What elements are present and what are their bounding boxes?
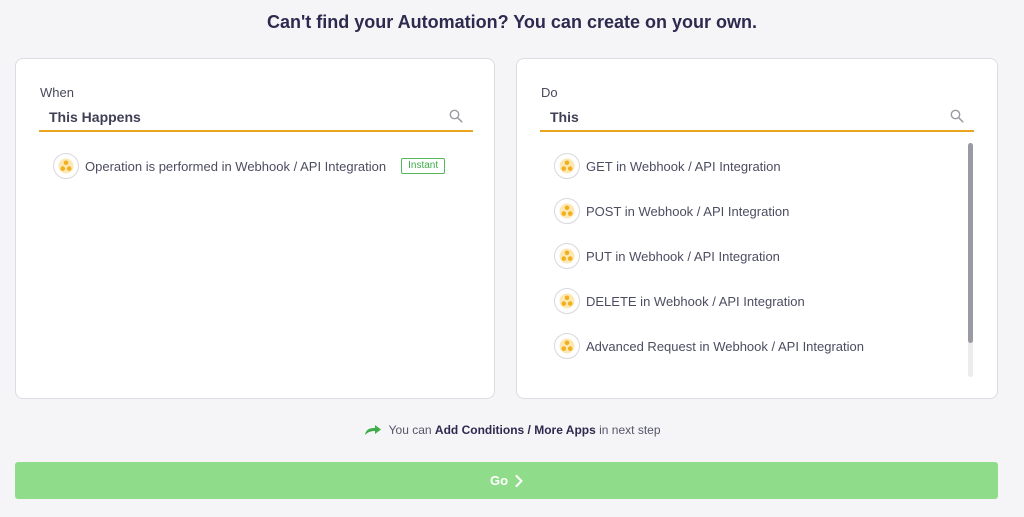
hint-prefix: You can bbox=[388, 423, 432, 437]
webhook-icon bbox=[554, 243, 580, 269]
action-item-put[interactable]: PUT in Webhook / API Integration bbox=[554, 242, 780, 270]
when-search bbox=[39, 103, 473, 132]
when-label: When bbox=[40, 85, 74, 100]
instant-badge: Instant bbox=[401, 158, 446, 174]
action-item-get[interactable]: GET in Webhook / API Integration bbox=[554, 152, 781, 180]
do-search bbox=[540, 103, 974, 132]
trigger-item-label: Operation is performed in Webhook / API … bbox=[85, 158, 387, 174]
scrollbar-thumb[interactable] bbox=[968, 143, 973, 343]
hint-emphasis: Add Conditions / More Apps bbox=[434, 423, 596, 437]
trigger-item[interactable]: Operation is performed in Webhook / API … bbox=[53, 152, 446, 180]
do-panel: Do GET in Webhook / API Integration POST… bbox=[516, 58, 998, 399]
action-item-post[interactable]: POST in Webhook / API Integration bbox=[554, 197, 789, 225]
action-item-label: GET in Webhook / API Integration bbox=[586, 158, 781, 174]
action-item-label: POST in Webhook / API Integration bbox=[586, 203, 790, 219]
action-item-label: DELETE in Webhook / API Integration bbox=[586, 293, 805, 309]
hint-suffix: in next step bbox=[599, 423, 661, 437]
when-search-input[interactable] bbox=[39, 103, 449, 130]
forward-arrow-icon bbox=[364, 425, 381, 435]
go-button[interactable]: Go bbox=[15, 462, 998, 499]
page-title: Can't find your Automation? You can crea… bbox=[267, 12, 757, 32]
action-item-delete[interactable]: DELETE in Webhook / API Integration bbox=[554, 287, 805, 315]
webhook-icon bbox=[554, 198, 580, 224]
when-panel: When Operation is performed in Webhook /… bbox=[15, 58, 495, 399]
webhook-icon bbox=[53, 153, 79, 179]
webhook-icon bbox=[554, 333, 580, 359]
chevron-right-icon bbox=[515, 474, 523, 487]
do-search-input[interactable] bbox=[540, 103, 950, 130]
action-item-advanced-request[interactable]: Advanced Request in Webhook / API Integr… bbox=[554, 332, 864, 360]
webhook-icon bbox=[554, 153, 580, 179]
action-item-label: PUT in Webhook / API Integration bbox=[586, 248, 780, 264]
do-list-scrollbar[interactable] bbox=[968, 143, 973, 377]
action-item-label: Advanced Request in Webhook / API Integr… bbox=[586, 338, 864, 354]
next-step-hint: You can Add Conditions / More Apps in ne… bbox=[0, 423, 1024, 437]
search-icon[interactable] bbox=[950, 109, 964, 123]
go-button-label: Go bbox=[489, 473, 509, 488]
search-icon[interactable] bbox=[449, 109, 463, 123]
webhook-icon bbox=[554, 288, 580, 314]
do-label: Do bbox=[541, 85, 558, 100]
